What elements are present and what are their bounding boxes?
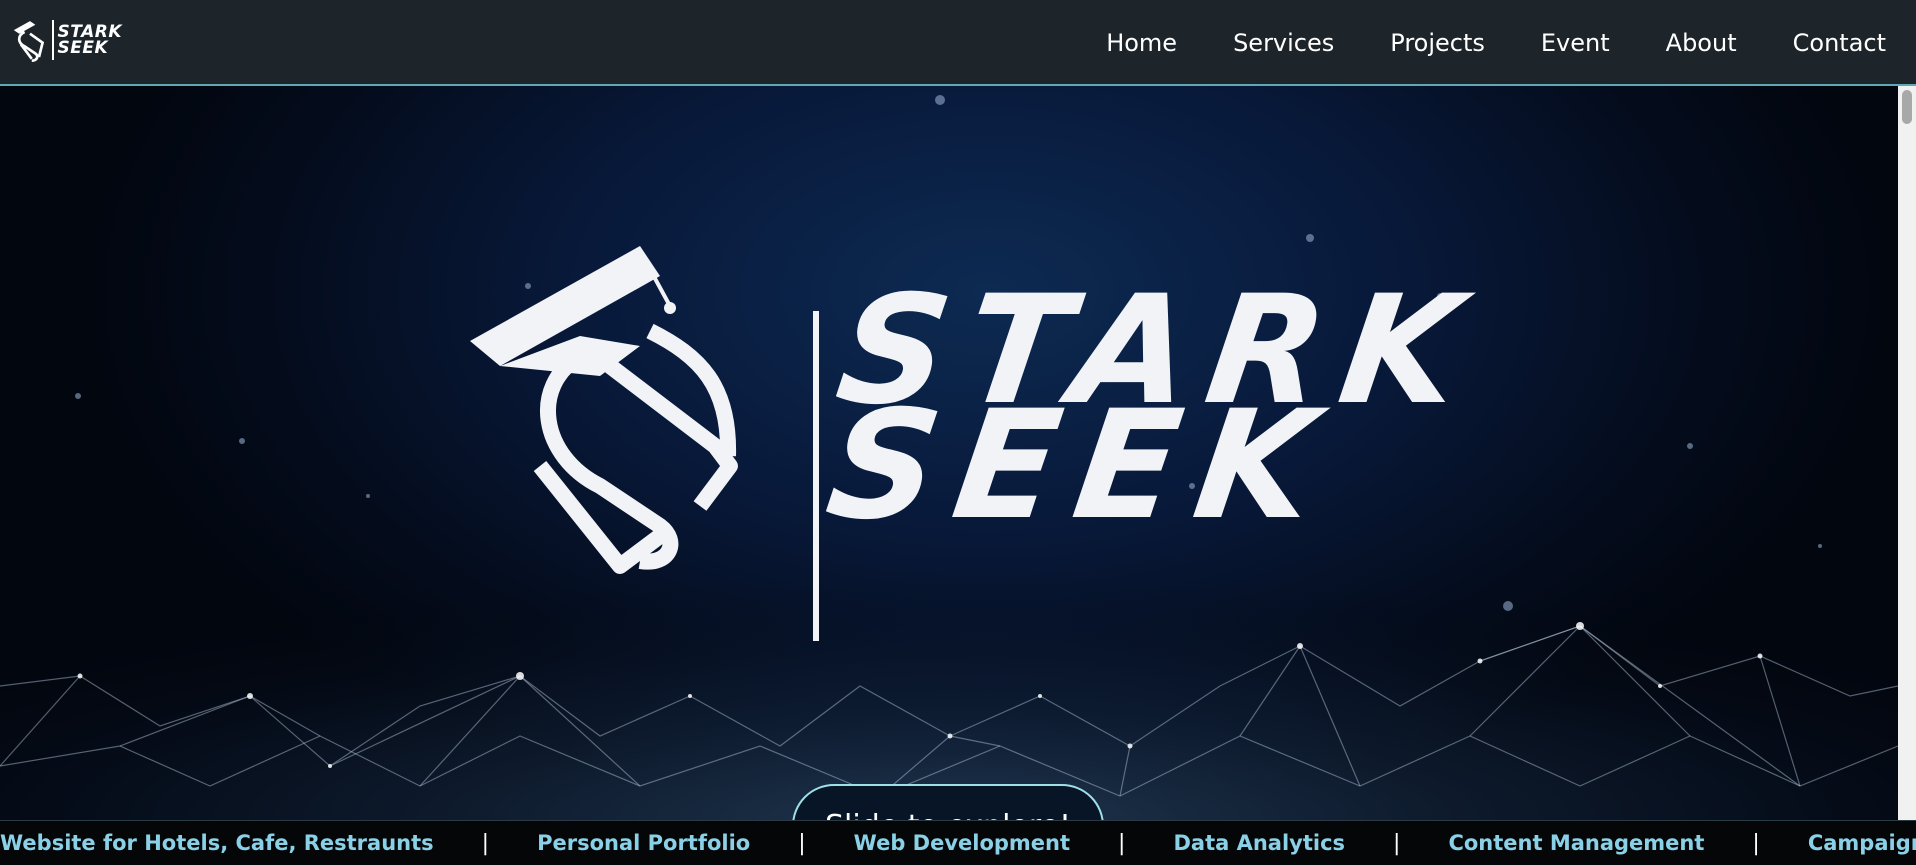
nav-contact[interactable]: Contact [1793, 29, 1886, 57]
ticker-item-portfolio: Personal Portfolio [537, 831, 751, 855]
hero-logo: STARK SEEK [460, 156, 1489, 641]
ticker-item-hotels: Website for Hotels, Cafe, Restraunts [0, 831, 434, 855]
site-logo[interactable]: STARK SEEK [12, 14, 122, 66]
ticker-item-campaign-management: Campaign Management [1807, 831, 1916, 855]
scrollbar-thumb[interactable] [1902, 90, 1912, 124]
ticker-item-web-development: Web Development [853, 831, 1071, 855]
logo-divider [51, 20, 54, 60]
logo-divider-line [813, 311, 819, 641]
ticker-item-content-management: Content Management [1448, 831, 1705, 855]
nav-projects[interactable]: Projects [1390, 29, 1485, 57]
ticker-separator: | [481, 830, 490, 856]
logo-mark-icon [13, 21, 45, 63]
ticker-separator: | [1118, 830, 1126, 856]
page-scrollbar[interactable] [1898, 86, 1916, 820]
logo-text: STARK SEEK [57, 22, 122, 58]
ticker-separator: | [1393, 830, 1401, 856]
ticker-separator: | [798, 830, 806, 856]
nav-home[interactable]: Home [1106, 29, 1177, 57]
slide-to-explore-button[interactable]: Slide to explore! [792, 784, 1104, 820]
ticker-item-data-analytics: Data Analytics [1173, 831, 1346, 855]
nav-services[interactable]: Services [1233, 29, 1334, 57]
nav-event[interactable]: Event [1541, 29, 1610, 57]
navbar: STARK SEEK Home Services Projects Event … [0, 0, 1916, 86]
brand-name-line2: SEEK [817, 379, 1344, 553]
graduation-cap-s-icon [470, 246, 738, 574]
nav-about[interactable]: About [1666, 29, 1737, 57]
hero-section: STARK SEEK Slide to explore! [0, 86, 1898, 820]
services-ticker: Website for Hotels, Cafe, Restraunts | P… [0, 820, 1916, 865]
nav-links: Home Services Projects Event About Conta… [1050, 0, 1886, 86]
ticker-separator: | [1752, 830, 1760, 856]
